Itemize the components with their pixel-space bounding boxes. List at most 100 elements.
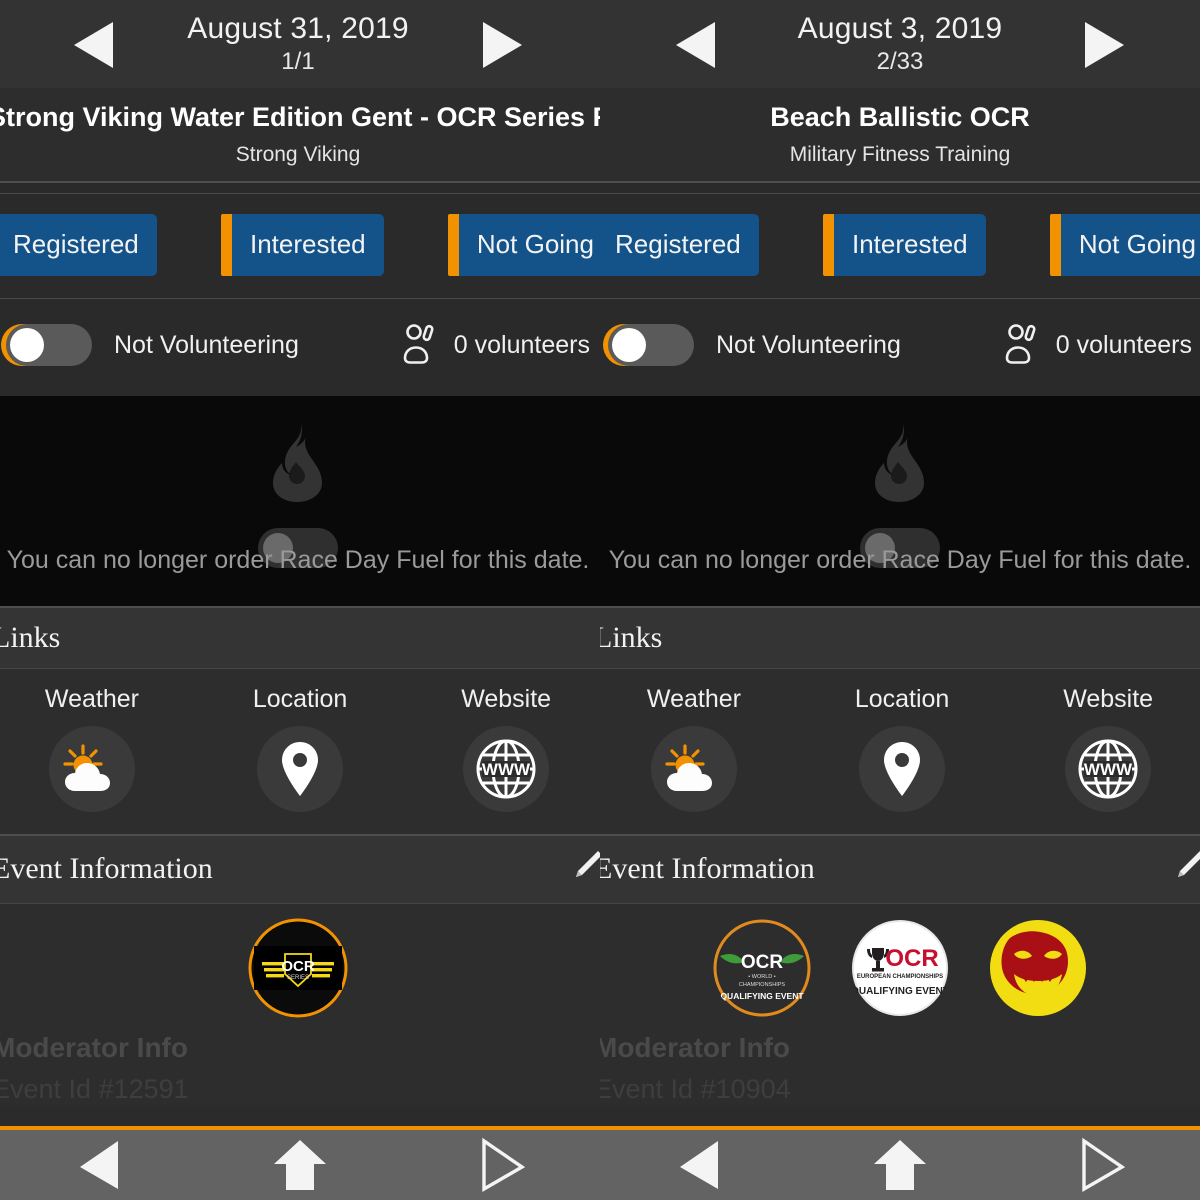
- rsvp-not-going-button[interactable]: Not Going: [1049, 213, 1200, 276]
- date-display: August 3, 2019 2/33: [797, 12, 1003, 74]
- rsvp-button-row: Registered Interested Not Going: [0, 193, 600, 298]
- volunteer-count-group[interactable]: 0 volunteers: [1000, 321, 1192, 370]
- ocr-series-badge[interactable]: OCR SERIES: [248, 918, 348, 1018]
- event-panel-left: August 31, 2019 1/1 Strong Viking Water …: [0, 0, 600, 1200]
- link-website-label: Website: [1063, 684, 1154, 713]
- volunteer-person-icon: [398, 321, 442, 370]
- accent-bar: [221, 213, 232, 276]
- moderator-info-header: Moderator Info: [0, 1031, 188, 1063]
- event-panel-right: August 3, 2019 2/33 Beach Ballistic OCR …: [600, 0, 1200, 1200]
- weather-sun-cloud-icon: [48, 725, 135, 812]
- weather-sun-cloud-icon: [650, 725, 737, 812]
- nav-home-button[interactable]: [240, 1130, 360, 1200]
- rsvp-not-going-button[interactable]: Not Going: [447, 213, 600, 276]
- race-day-fuel-section: You can no longer order Race Day Fuel fo…: [0, 395, 600, 606]
- svg-text:QUALIFYING EVENT: QUALIFYING EVENT: [851, 986, 949, 997]
- moderator-info-section: Moderator Info Event Id #10904: [600, 1027, 1200, 1105]
- svg-text:OCR: OCR: [885, 945, 938, 972]
- rsvp-interested-button[interactable]: Interested: [221, 213, 384, 276]
- accent-bar: [823, 213, 834, 276]
- event-id-label: Event Id #12591: [0, 1073, 189, 1104]
- accent-bar: [447, 213, 459, 276]
- nav-forward-button[interactable]: [1040, 1130, 1160, 1200]
- svg-text:EUROPEAN CHAMPIONSHIPS: EUROPEAN CHAMPIONSHIPS: [857, 974, 943, 980]
- volunteer-count-group[interactable]: 0 volunteers: [398, 321, 590, 370]
- link-website[interactable]: Website WWW: [461, 685, 551, 812]
- next-date-button[interactable]: [1085, 22, 1124, 68]
- links-row: Weather Location Website WWW: [0, 668, 600, 834]
- svg-text:OCR: OCR: [281, 958, 315, 975]
- volunteer-person-icon: [1000, 321, 1044, 370]
- rsvp-interested-label: Interested: [834, 213, 986, 276]
- date-navigation-bar: August 3, 2019 2/33: [600, 0, 1200, 88]
- volunteer-row: Not Volunteering 0 volunteers: [600, 298, 1200, 396]
- event-information-header-label: Event Information: [600, 852, 815, 886]
- rsvp-registered-label: Registered: [600, 213, 759, 276]
- nav-back-button[interactable]: [640, 1130, 760, 1200]
- link-location[interactable]: Location: [854, 684, 950, 812]
- previous-date-button[interactable]: [676, 22, 715, 68]
- volunteer-count-label: 0 volunteers: [1055, 330, 1192, 359]
- ocr-european-championships-qualifying-badge[interactable]: OCR EUROPEAN CHAMPIONSHIPS QUALIFYING EV…: [850, 918, 950, 1018]
- rsvp-registered-button[interactable]: Registered: [600, 213, 759, 276]
- ocr-world-championships-qualifying-badge[interactable]: OCR • WORLD • CHAMPIONSHIPS QUALIFYING E…: [712, 918, 812, 1018]
- link-weather[interactable]: Weather: [45, 685, 139, 812]
- link-location[interactable]: Location: [252, 684, 348, 812]
- www-globe-icon: WWW: [463, 725, 550, 812]
- link-website[interactable]: Website WWW: [1063, 685, 1153, 812]
- date-label: August 31, 2019: [187, 12, 409, 46]
- flame-icon: [869, 423, 931, 507]
- rsvp-interested-label: Interested: [232, 213, 384, 276]
- next-date-button[interactable]: [483, 22, 522, 68]
- fuel-unavailable-message: You can no longer order Race Day Fuel fo…: [6, 545, 590, 574]
- link-weather[interactable]: Weather: [647, 685, 741, 812]
- link-website-label: Website: [461, 684, 552, 713]
- map-pin-icon: [859, 725, 946, 812]
- event-information-header-label: Event Information: [0, 852, 213, 886]
- event-title: Beach Ballistic OCR: [770, 102, 1030, 132]
- pencil-icon[interactable]: [568, 849, 600, 890]
- race-day-fuel-section: You can no longer order Race Day Fuel fo…: [600, 395, 1200, 606]
- event-title: Strong Viking Water Edition Gent - OCR S…: [0, 102, 600, 132]
- event-id-label: Event Id #10904: [600, 1073, 791, 1104]
- evil-face-badge[interactable]: [988, 918, 1088, 1018]
- link-weather-label: Weather: [646, 684, 741, 713]
- volunteer-status-label: Not Volunteering: [114, 330, 299, 359]
- volunteer-toggle[interactable]: [6, 324, 92, 367]
- date-label: August 3, 2019: [797, 12, 1003, 46]
- event-information-section-header: Event Information: [600, 833, 1200, 904]
- svg-text:WWW: WWW: [482, 760, 531, 779]
- rsvp-button-row: Registered Interested Not Going: [600, 193, 1200, 298]
- svg-text:CHAMPIONSHIPS: CHAMPIONSHIPS: [739, 982, 785, 988]
- fuel-unavailable-message: You can no longer order Race Day Fuel fo…: [608, 545, 1192, 574]
- flame-icon: [267, 423, 329, 507]
- accent-bar: [1049, 213, 1061, 276]
- rsvp-registered-label: Registered: [0, 213, 157, 276]
- svg-text:WWW: WWW: [1084, 760, 1133, 779]
- link-location-label: Location: [854, 684, 950, 713]
- rsvp-interested-button[interactable]: Interested: [823, 213, 986, 276]
- links-header-label: Links: [0, 620, 61, 654]
- nav-back-button[interactable]: [40, 1130, 160, 1200]
- event-badges-row: OCR SERIES: [0, 903, 600, 1028]
- link-location-label: Location: [252, 684, 348, 713]
- bottom-navigation-bar: [0, 1126, 600, 1200]
- volunteer-row: Not Volunteering 0 volunteers: [0, 298, 600, 396]
- rsvp-registered-button[interactable]: Registered: [0, 213, 157, 276]
- date-navigation-bar: August 31, 2019 1/1: [0, 0, 600, 88]
- pencil-icon[interactable]: [1170, 849, 1200, 890]
- volunteer-count-label: 0 volunteers: [453, 330, 590, 359]
- svg-text:SERIES: SERIES: [287, 975, 309, 981]
- volunteer-toggle[interactable]: [608, 324, 694, 367]
- nav-home-button[interactable]: [840, 1130, 960, 1200]
- moderator-info-header: Moderator Info: [600, 1031, 790, 1063]
- nav-forward-button[interactable]: [440, 1130, 560, 1200]
- previous-date-button[interactable]: [74, 22, 113, 68]
- bottom-navigation-bar: [600, 1126, 1200, 1200]
- date-counter: 1/1: [281, 47, 315, 75]
- event-title-block: Beach Ballistic OCR Military Fitness Tra…: [600, 88, 1200, 181]
- svg-text:• WORLD •: • WORLD •: [748, 974, 775, 980]
- rsvp-not-going-label: Not Going: [1060, 213, 1200, 276]
- links-section-header: Links: [0, 605, 600, 669]
- volunteer-status-label: Not Volunteering: [716, 330, 901, 359]
